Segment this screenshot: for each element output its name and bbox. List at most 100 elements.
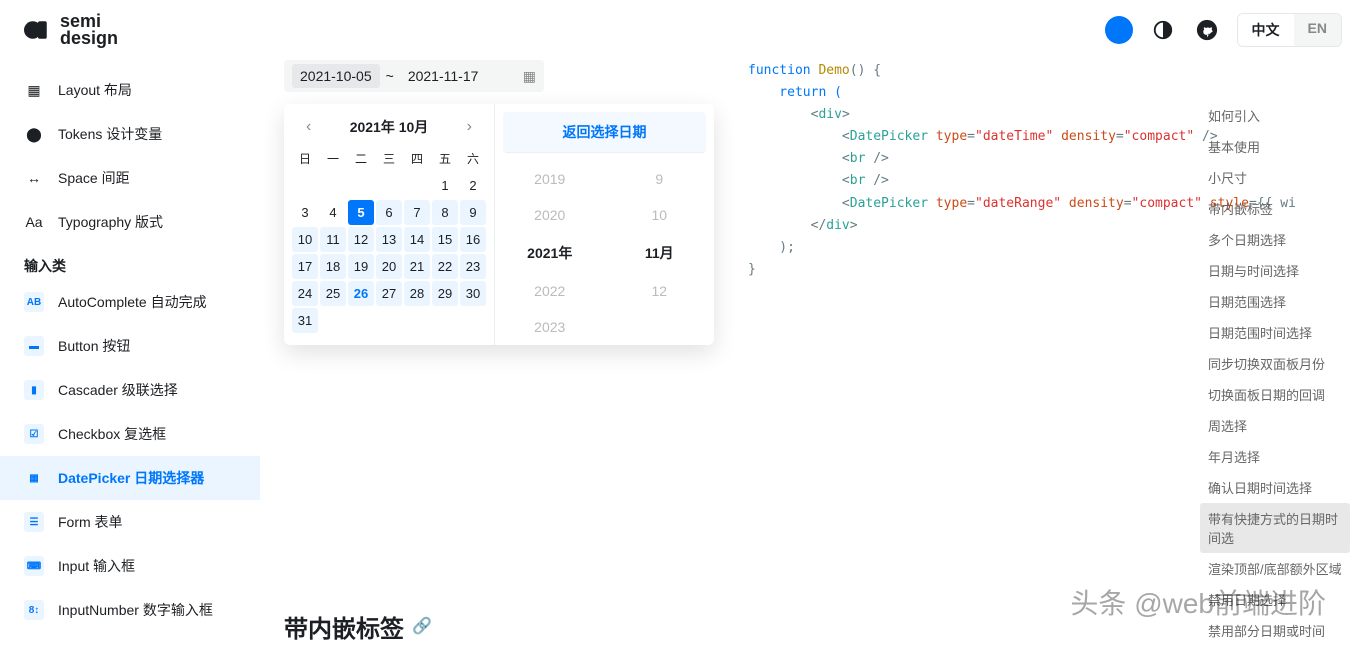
calendar-day[interactable]: 10 [292,227,318,252]
calendar-day[interactable]: 19 [348,254,374,279]
calendar-day[interactable]: 5 [348,200,374,225]
sidebar-item[interactable]: ↔Space 间距 [0,156,260,200]
calendar-day[interactable]: 26 [348,281,374,306]
calendar-day[interactable]: 24 [292,281,318,306]
sidebar-icon: ▦ [24,468,44,488]
calendar-day[interactable]: 31 [292,308,318,333]
toc-item[interactable]: 禁用日期选择 [1200,584,1350,615]
prev-month-button[interactable]: ‹ [300,116,317,138]
toc-item[interactable]: 带有快捷方式的日期时间选 [1200,503,1350,553]
sidebar-item[interactable]: ⬤Tokens 设计变量 [0,112,260,156]
calendar-day[interactable]: 30 [460,281,486,306]
datepicker-popup: ‹ 2021年 10月 › 日一二三四五六1234567891011121314… [284,104,714,345]
daterange-input[interactable]: 2021-10-05 ~ 2021-11-17 ▦ [284,60,544,92]
year-scroll[interactable]: 201920202021年20222023 [495,161,605,345]
toc-item[interactable]: 禁用部分日期或时间 [1200,615,1350,646]
calendar-day[interactable]: 15 [432,227,458,252]
calendar-day[interactable]: 29 [432,281,458,306]
lang-zh-button[interactable]: 中文 [1238,14,1294,46]
sidebar-item[interactable]: ⌨Input 输入框 [0,544,260,588]
month-option[interactable]: 11月 [605,233,715,273]
calendar-day[interactable]: 23 [460,254,486,279]
sidebar-item[interactable]: ▦DatePicker 日期选择器 [0,456,260,500]
year-option[interactable]: 2020 [495,197,605,233]
header: semi design 中文 EN [0,0,1366,60]
toc-item[interactable]: 多个日期选择 [1200,224,1350,255]
toc-item[interactable]: 基本使用 [1200,131,1350,162]
month-option[interactable]: 10 [605,197,715,233]
calendar-day[interactable]: 12 [348,227,374,252]
year-option[interactable]: 2022 [495,273,605,309]
end-date-value: 2021-11-17 [400,64,487,88]
calendar-day[interactable]: 2 [460,173,486,198]
toc-item[interactable]: 日期范围选择 [1200,286,1350,317]
calendar-title[interactable]: 2021年 10月 [350,117,429,137]
theme-blue-icon[interactable] [1105,16,1133,44]
section-inset-label: 带内嵌标签 🔗 [284,609,1342,644]
sidebar-item[interactable]: AaTypography 版式 [0,200,260,244]
calendar-day[interactable]: 9 [460,200,486,225]
sidebar-item[interactable]: ▮Cascader 级联选择 [0,368,260,412]
github-icon[interactable] [1193,16,1221,44]
calendar-day[interactable]: 17 [292,254,318,279]
logo[interactable]: semi design [24,11,118,49]
sidebar-item[interactable]: ☑Checkbox 复选框 [0,412,260,456]
toc-item[interactable]: 日期与时间选择 [1200,255,1350,286]
year-option[interactable]: 2021年 [495,233,605,273]
toc-item[interactable]: 带内嵌标签 [1200,193,1350,224]
calendar-day[interactable]: 28 [404,281,430,306]
sidebar-item[interactable]: ABAutoComplete 自动完成 [0,280,260,324]
calendar-day[interactable]: 8 [432,200,458,225]
calendar-day[interactable]: 7 [404,200,430,225]
calendar-day[interactable]: 4 [320,200,346,225]
toc-item[interactable]: 日期范围时间选择 [1200,317,1350,348]
sidebar-item[interactable]: ▬Button 按钮 [0,324,260,368]
toc-item[interactable]: 如何引入 [1200,100,1350,131]
month-scroll[interactable]: 91011月12 [605,161,715,345]
calendar-day[interactable]: 3 [292,200,318,225]
sidebar-icon: ⌨ [24,556,44,576]
calendar-day[interactable]: 18 [320,254,346,279]
calendar-day[interactable]: 14 [404,227,430,252]
year-option[interactable]: 2019 [495,161,605,197]
calendar-day[interactable]: 16 [460,227,486,252]
calendar-day[interactable]: 20 [376,254,402,279]
toc-item[interactable]: 同步切换双面板月份 [1200,348,1350,379]
calendar-day[interactable]: 25 [320,281,346,306]
toc-item[interactable]: 切换面板日期的回调 [1200,379,1350,410]
sidebar-item[interactable]: ▦Layout 布局 [0,68,260,112]
sidebar-icon: ☑ [24,424,44,444]
calendar-day[interactable]: 27 [376,281,402,306]
lang-en-button[interactable]: EN [1294,14,1341,46]
sidebar-icon: ⬤ [24,124,44,144]
toc-item[interactable]: 自定义显示格式 [1200,646,1350,652]
calendar-day[interactable]: 22 [432,254,458,279]
calendar-day[interactable]: 6 [376,200,402,225]
toc-item[interactable]: 小尺寸 [1200,162,1350,193]
dark-mode-icon[interactable] [1149,16,1177,44]
weekday-label: 四 [404,146,430,171]
back-to-date-link[interactable]: 返回选择日期 [503,112,706,153]
year-option[interactable]: 2023 [495,309,605,345]
month-option[interactable]: 12 [605,273,715,309]
month-option[interactable]: 9 [605,161,715,197]
calendar-day[interactable]: 1 [432,173,458,198]
weekday-label: 二 [348,146,374,171]
next-month-button[interactable]: › [461,116,478,138]
sidebar-icon: ↔ [24,168,44,188]
toc-item[interactable]: 渲染顶部/底部额外区域 [1200,553,1350,584]
toc-item[interactable]: 确认日期时间选择 [1200,472,1350,503]
sidebar-item[interactable]: 8↕InputNumber 数字输入框 [0,588,260,632]
sidebar-item[interactable]: ☰Form 表单 [0,500,260,544]
sidebar-icon: Aa [24,212,44,232]
range-separator: ~ [386,68,394,84]
anchor-link-icon[interactable]: 🔗 [412,616,432,636]
sidebar-icon: AB [24,292,44,312]
calendar-day[interactable]: 21 [404,254,430,279]
weekday-label: 一 [320,146,346,171]
sidebar-icon: ▦ [24,80,44,100]
calendar-day[interactable]: 13 [376,227,402,252]
toc-item[interactable]: 周选择 [1200,410,1350,441]
toc-item[interactable]: 年月选择 [1200,441,1350,472]
calendar-day[interactable]: 11 [320,227,346,252]
